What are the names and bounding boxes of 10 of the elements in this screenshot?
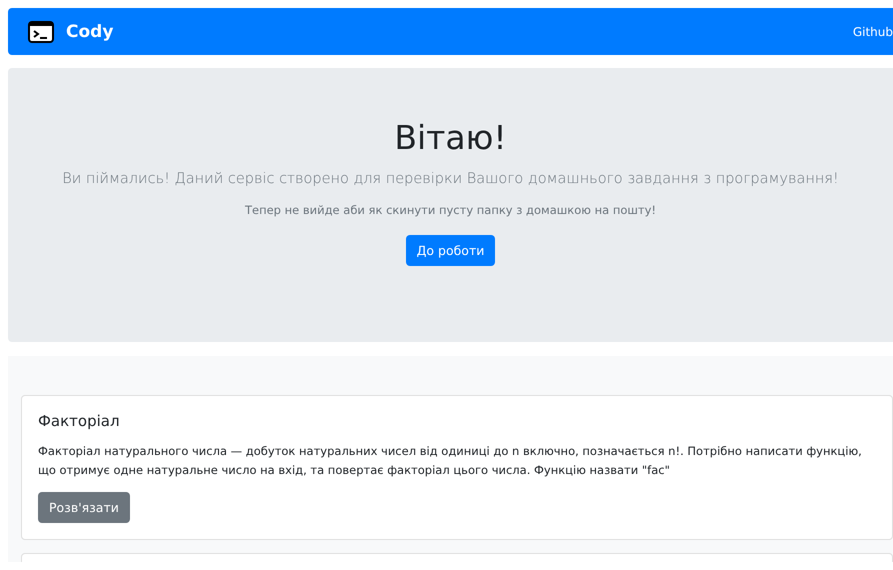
terminal-icon: [28, 20, 54, 42]
hero-lead: Ви піймались! Даний сервіс створено для перевірки Вашого домашнього завдання з програмування!: [61, 171, 840, 187]
solve-button[interactable]: Розв'язати: [38, 492, 130, 523]
task-title: Факторіал: [38, 412, 121, 430]
brand-link[interactable]: Cody: [66, 22, 114, 42]
hero-title: Вітаю!: [393, 118, 508, 157]
nav-link[interactable]: Github: [852, 24, 893, 38]
hero-text: Тепер не вийде аби як скинути пусту папку з домашкою на пошту!: [244, 203, 658, 217]
task-description: Факторіал натурального числа — добуток натуральних чисел від одиниці до n включно, позначається n!. Потрібно написати функцію, що отримує одне натуральне число на вхід, та повертає факторіал цього числа. Функцію назвати "fac": [38, 443, 863, 479]
start-button[interactable]: До роботи: [406, 235, 496, 266]
